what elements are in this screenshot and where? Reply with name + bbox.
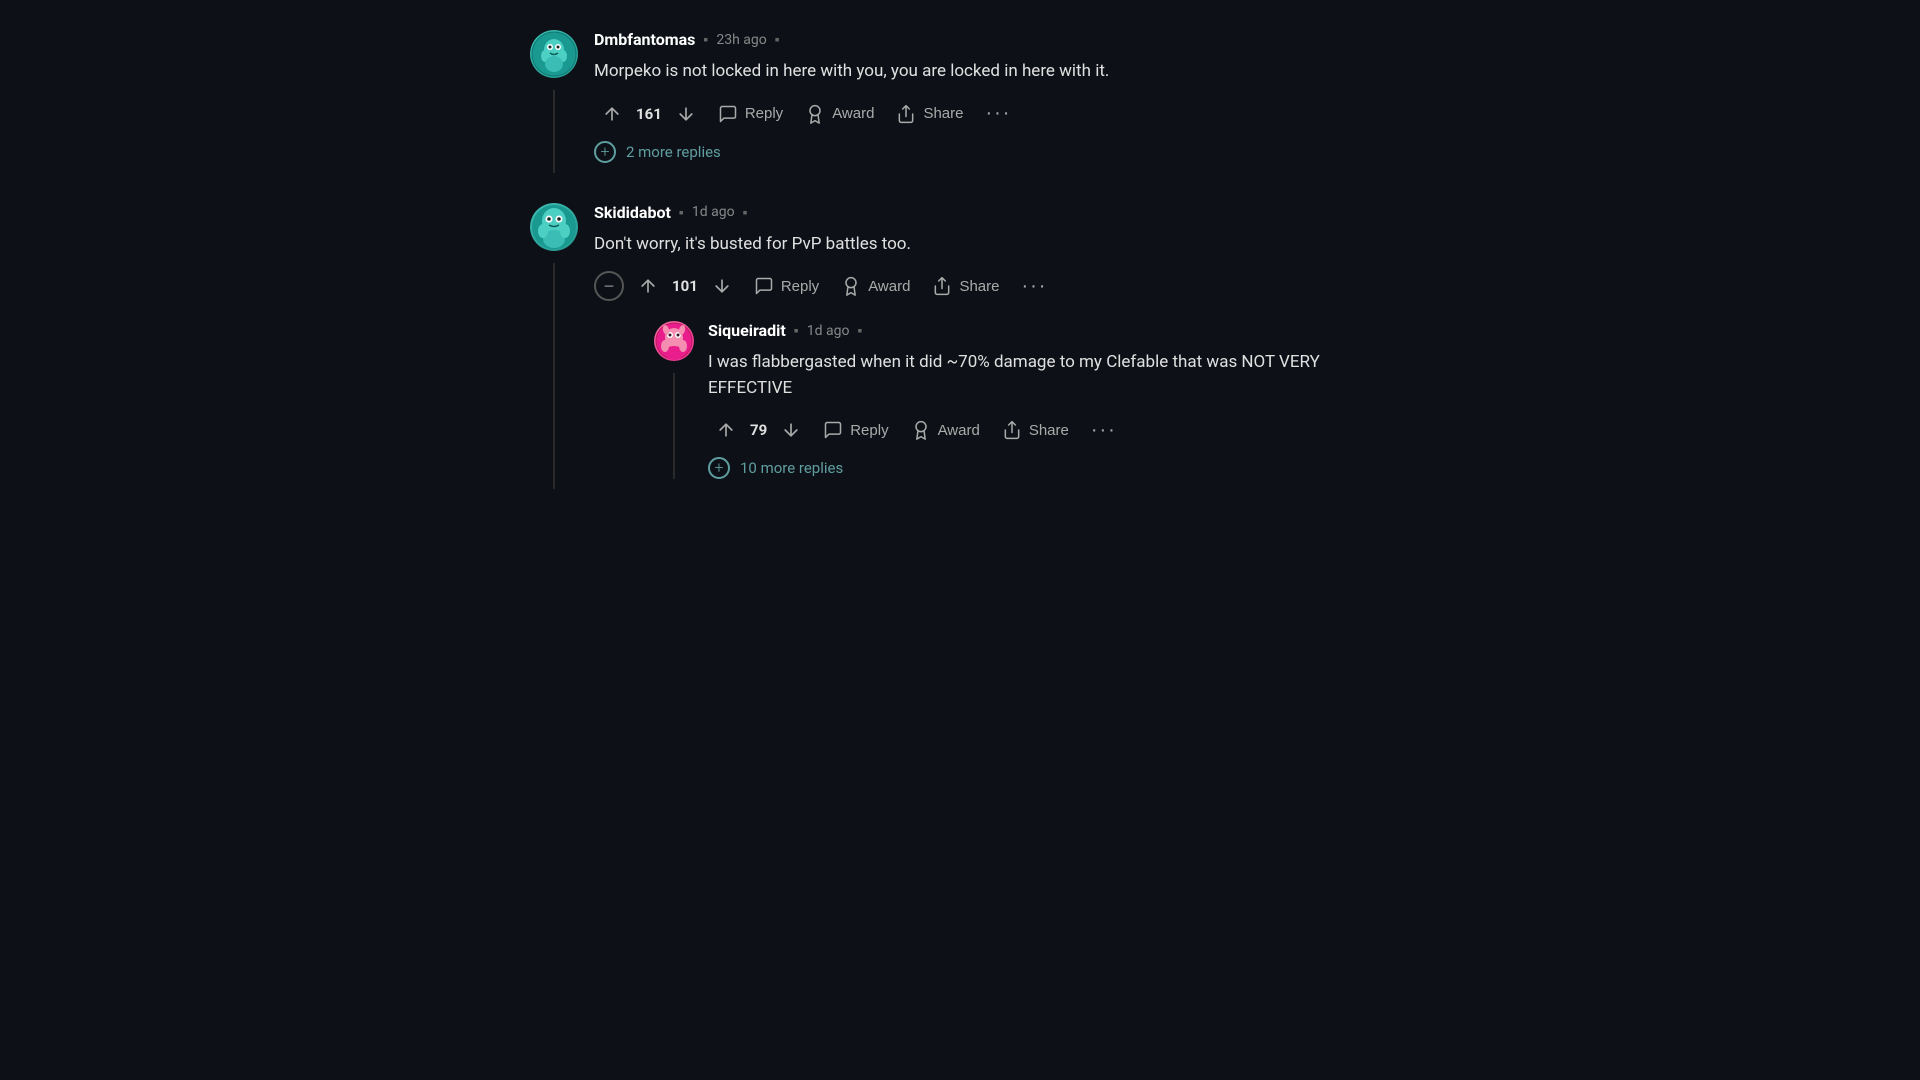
downvote-button-nested-1[interactable] [773, 415, 809, 445]
timestamp-1: 23h ago [716, 32, 766, 48]
vote-section-1: 161 [594, 99, 704, 129]
reply-icon [718, 104, 738, 124]
comment-header-1: Dmbfantomas ▪ 23h ago ▪ [594, 30, 1390, 49]
downvote-icon-2 [712, 276, 732, 296]
vote-section-2: 101 [630, 271, 740, 301]
award-icon-2 [841, 276, 861, 296]
action-bar-2: 101 Reply [630, 271, 1055, 301]
more-replies-icon-1: + [594, 141, 616, 163]
username-2: Skididabot [594, 203, 671, 222]
comment-1: Dmbfantomas ▪ 23h ago ▪ Morpeko is not l… [530, 30, 1390, 163]
upvote-icon-nested [716, 420, 736, 440]
comment-text-1: Morpeko is not locked in here with you, … [594, 59, 1390, 85]
share-button-nested-1[interactable]: Share [994, 415, 1077, 445]
nested-thread-line-1 [673, 373, 675, 479]
award-icon [805, 104, 825, 124]
nested-more-replies-1[interactable]: + 10 more replies [708, 457, 1390, 479]
more-button-1[interactable]: ··· [977, 100, 1019, 127]
reply-icon-2 [754, 276, 774, 296]
reply-button-nested-1[interactable]: Reply [815, 415, 896, 445]
comment-section-2: Skididabot ▪ 1d ago ▪ Don't worry, it's … [530, 203, 1390, 480]
upvote-icon [602, 104, 622, 124]
award-button-nested-1[interactable]: Award [903, 415, 988, 445]
share-icon-2 [932, 276, 952, 296]
comment-body-2: Skididabot ▪ 1d ago ▪ Don't worry, it's … [594, 203, 1390, 480]
nested-vote-section-1: 79 [708, 415, 809, 445]
comment-body-1: Dmbfantomas ▪ 23h ago ▪ Morpeko is not l… [594, 30, 1390, 163]
nested-vote-count-1: 79 [750, 421, 767, 439]
award-icon-nested [911, 420, 931, 440]
nested-comment-1: Siqueiradit ▪ 1d ago ▪ I was flabbergast… [654, 321, 1390, 479]
vote-count-2: 101 [672, 277, 698, 295]
nested-action-bar-1: 79 Reply [708, 415, 1390, 445]
comment-header-2: Skididabot ▪ 1d ago ▪ [594, 203, 1390, 222]
comment-text-2: Don't worry, it's busted for PvP battles… [594, 232, 1390, 258]
avatar-dmbfantomas [530, 30, 578, 78]
comment-2: Skididabot ▪ 1d ago ▪ Don't worry, it's … [530, 203, 1390, 480]
nested-text-1: I was flabbergasted when it did ~70% dam… [708, 350, 1390, 401]
upvote-button-nested-1[interactable] [708, 415, 744, 445]
nested-username-1: Siqueiradit [708, 321, 786, 340]
comment-section-1: Dmbfantomas ▪ 23h ago ▪ Morpeko is not l… [530, 30, 1390, 163]
more-replies-1[interactable]: + 2 more replies [594, 141, 1390, 163]
reply-button-2[interactable]: Reply [746, 271, 827, 301]
upvote-button-2[interactable] [630, 271, 666, 301]
username-1: Dmbfantomas [594, 30, 695, 49]
more-button-nested-1[interactable]: ··· [1083, 417, 1125, 444]
downvote-button-2[interactable] [704, 271, 740, 301]
award-button-1[interactable]: Award [797, 99, 882, 129]
share-icon [896, 104, 916, 124]
avatar-siqueiradit [654, 321, 694, 361]
nested-body-1: Siqueiradit ▪ 1d ago ▪ I was flabbergast… [708, 321, 1390, 479]
action-bar-1: 161 Reply [594, 99, 1390, 129]
reply-button-1[interactable]: Reply [710, 99, 791, 129]
comments-container: Dmbfantomas ▪ 23h ago ▪ Morpeko is not l… [510, 20, 1410, 529]
upvote-icon-2 [638, 276, 658, 296]
award-button-2[interactable]: Award [833, 271, 918, 301]
downvote-icon [676, 104, 696, 124]
thread-line-1 [553, 90, 555, 173]
vote-count-1: 161 [636, 105, 662, 123]
downvote-icon-nested [781, 420, 801, 440]
thread-line-2 [553, 263, 555, 490]
upvote-button-1[interactable] [594, 99, 630, 129]
reply-icon-nested [823, 420, 843, 440]
downvote-button-1[interactable] [668, 99, 704, 129]
nested-timestamp-1: 1d ago [807, 323, 850, 339]
nested-more-replies-icon-1: + [708, 457, 730, 479]
timestamp-2: 1d ago [692, 204, 735, 220]
share-button-2[interactable]: Share [924, 271, 1007, 301]
collapse-button-2[interactable]: − [594, 271, 624, 301]
nested-header-1: Siqueiradit ▪ 1d ago ▪ [708, 321, 1390, 340]
share-icon-nested [1002, 420, 1022, 440]
avatar-skididabot [530, 203, 578, 251]
more-button-2[interactable]: ··· [1013, 273, 1055, 300]
share-button-1[interactable]: Share [888, 99, 971, 129]
